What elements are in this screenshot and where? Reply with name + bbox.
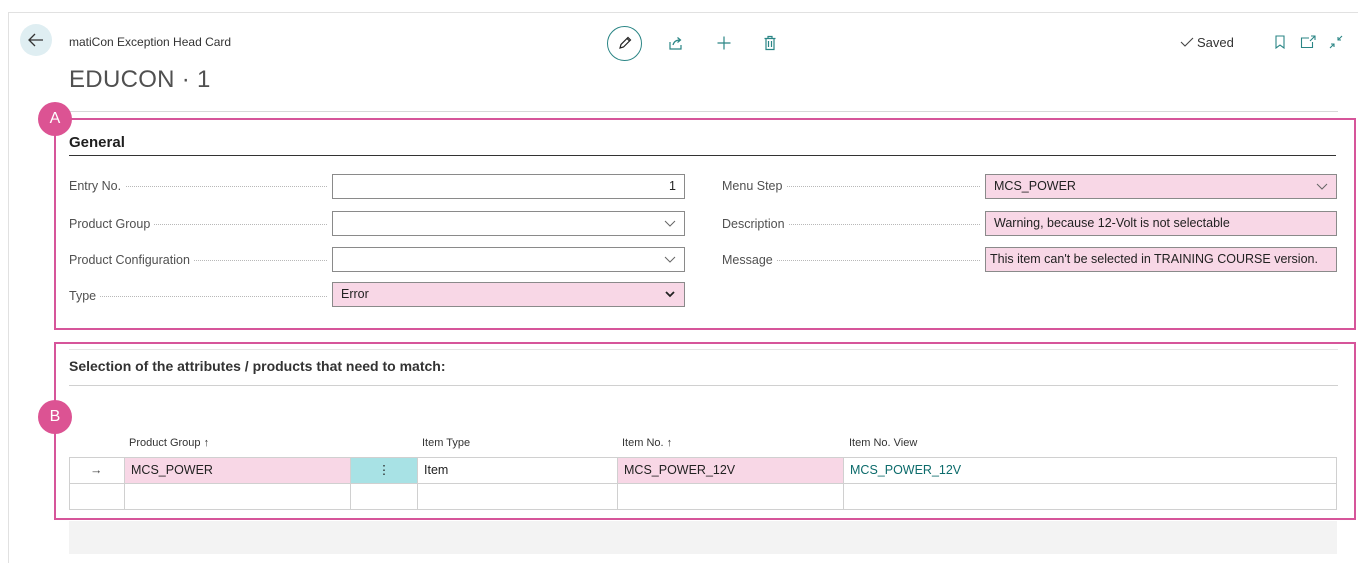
column-header-product-group[interactable]: Product Group ↑ xyxy=(129,437,209,449)
chevron-down-icon xyxy=(665,291,675,298)
saved-status: Saved xyxy=(1180,35,1234,50)
subpage-title: Selection of the attributes / products t… xyxy=(69,358,446,374)
column-header-item-no[interactable]: Item No. ↑ xyxy=(622,437,672,449)
cell-item-no-empty[interactable] xyxy=(618,484,844,509)
cell-item-no[interactable]: MCS_POWER_12V xyxy=(618,458,844,483)
trash-icon xyxy=(764,35,776,51)
label-product-configuration: Product Configuration xyxy=(69,251,327,269)
cell-product-group-empty[interactable] xyxy=(125,484,351,509)
description-field[interactable]: Warning, because 12-Volt is not selectab… xyxy=(985,211,1337,236)
cell-item-no-view-empty xyxy=(844,484,1336,509)
edit-pencil-icon xyxy=(618,36,631,49)
label-entry-no: Entry No. xyxy=(69,177,327,195)
share-icon xyxy=(669,37,682,50)
cell-item-type-empty[interactable] xyxy=(418,484,618,509)
column-header-item-no-view[interactable]: Item No. View xyxy=(849,437,917,449)
label-type: Type xyxy=(69,287,327,305)
chevron-down-icon xyxy=(664,220,676,227)
section-title-general: General xyxy=(69,134,125,151)
chevron-down-icon xyxy=(1316,183,1328,190)
product-group-field[interactable] xyxy=(332,211,685,236)
annotation-badge-a: A xyxy=(38,102,72,136)
open-new-window-icon xyxy=(1300,35,1316,49)
subpage-divider xyxy=(69,385,1338,386)
row-menu-button[interactable]: ⋮ xyxy=(351,458,418,483)
subpage-top-divider xyxy=(69,349,1338,350)
new-button[interactable] xyxy=(706,25,742,61)
label-menu-step: Menu Step xyxy=(722,177,980,195)
label-message: Message xyxy=(722,251,980,269)
collapse-button[interactable] xyxy=(1324,30,1348,54)
table-row-empty[interactable] xyxy=(70,484,1336,509)
section-divider xyxy=(69,155,1336,156)
share-button[interactable] xyxy=(658,25,694,61)
back-button[interactable] xyxy=(20,24,52,56)
cell-item-no-view-link[interactable]: MCS_POWER_12V xyxy=(844,458,1336,483)
entry-no-field[interactable]: 1 xyxy=(332,174,685,199)
row-indicator xyxy=(70,484,125,509)
bookmark-icon xyxy=(1275,35,1285,49)
type-select[interactable]: Error xyxy=(332,282,685,307)
action-toolbar xyxy=(607,25,788,61)
product-configuration-field[interactable] xyxy=(332,247,685,272)
cell-item-type[interactable]: Item xyxy=(418,458,618,483)
menu-step-field[interactable]: MCS_POWER xyxy=(985,174,1337,199)
page-tools: Saved xyxy=(1180,30,1352,54)
collapse-icon xyxy=(1329,35,1343,49)
check-icon xyxy=(1180,37,1194,47)
chevron-down-icon xyxy=(664,256,676,263)
cell-product-group[interactable]: MCS_POWER xyxy=(125,458,351,483)
message-field[interactable]: This item can't be selected in TRAINING … xyxy=(985,247,1337,272)
saved-label: Saved xyxy=(1197,34,1234,50)
breadcrumb: matiCon Exception Head Card xyxy=(69,35,232,49)
bookmark-button[interactable] xyxy=(1268,30,1292,54)
page-title: EDUCON · 1 xyxy=(69,66,211,93)
edit-button[interactable] xyxy=(607,25,642,61)
factbox-area xyxy=(69,521,1337,554)
label-product-group: Product Group xyxy=(69,215,327,233)
row-menu-empty xyxy=(351,484,418,509)
label-description: Description xyxy=(722,215,980,233)
lines-grid: → MCS_POWER ⋮ Item MCS_POWER_12V MCS_POW… xyxy=(69,457,1337,510)
delete-button[interactable] xyxy=(752,25,788,61)
back-arrow-icon xyxy=(28,33,43,47)
table-row[interactable]: → MCS_POWER ⋮ Item MCS_POWER_12V MCS_POW… xyxy=(70,458,1336,484)
open-new-window-button[interactable] xyxy=(1296,30,1320,54)
title-divider xyxy=(69,111,1338,112)
column-header-item-type[interactable]: Item Type xyxy=(422,437,470,449)
row-indicator-arrow: → xyxy=(70,458,125,483)
annotation-badge-b: B xyxy=(38,400,72,434)
plus-icon xyxy=(717,36,731,50)
